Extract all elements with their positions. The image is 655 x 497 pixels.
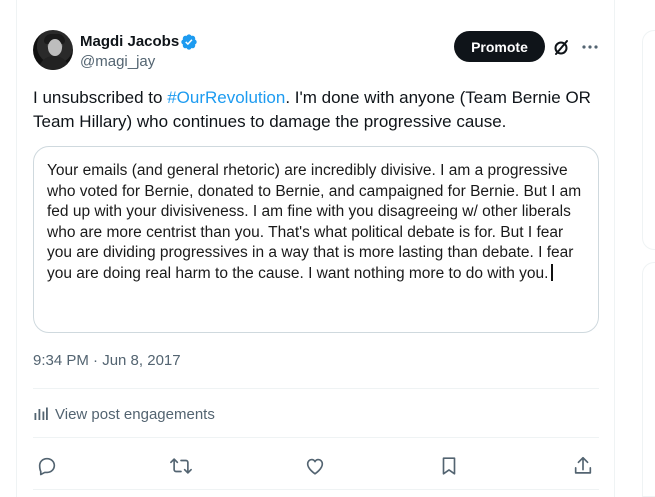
author-name[interactable]: Magdi Jacobs — [80, 33, 179, 50]
avatar[interactable] — [33, 30, 73, 70]
promote-button[interactable]: Promote — [454, 31, 545, 62]
image-text-content: Your emails (and general rhetoric) are i… — [47, 162, 582, 282]
like-icon — [306, 458, 324, 475]
tweet-text: I unsubscribed to #OurRevolution. I'm do… — [33, 86, 608, 134]
column-border-right — [614, 0, 615, 497]
more-horizontal-icon[interactable] — [580, 37, 600, 57]
bookmark-button[interactable] — [438, 455, 460, 477]
text-cursor — [551, 263, 553, 281]
sidebar-card-fragment-lower — [642, 262, 655, 497]
post-timestamp[interactable]: 9:34 PM · Jun 8, 2017 — [33, 352, 181, 369]
repost-button[interactable] — [170, 455, 192, 477]
author-handle[interactable]: @magi_jay — [80, 53, 155, 70]
share-icon — [574, 456, 592, 474]
analytics-icon — [34, 407, 48, 420]
divider — [33, 489, 599, 490]
view-engagements-link[interactable]: View post engagements — [33, 404, 215, 424]
bookmark-icon — [442, 457, 456, 475]
repost-icon — [170, 458, 192, 474]
verified-badge-icon[interactable] — [180, 33, 198, 51]
hashtag-link[interactable]: #OurRevolution — [167, 88, 285, 107]
divider — [33, 437, 599, 438]
tweet-text-before: I unsubscribed to — [33, 88, 168, 107]
image-text: Your emails (and general rhetoric) are i… — [47, 161, 587, 284]
column-border-left — [16, 0, 17, 497]
slash-circle-icon[interactable] — [552, 37, 572, 57]
view-engagements-label: View post engagements — [55, 405, 215, 423]
share-button[interactable] — [572, 455, 594, 477]
like-button[interactable] — [304, 455, 326, 477]
divider — [33, 388, 599, 389]
sidebar-card-fragment — [642, 30, 655, 250]
reply-button[interactable] — [36, 455, 58, 477]
reply-icon — [38, 457, 56, 476]
embedded-image-card[interactable]: Your emails (and general rhetoric) are i… — [33, 146, 599, 333]
